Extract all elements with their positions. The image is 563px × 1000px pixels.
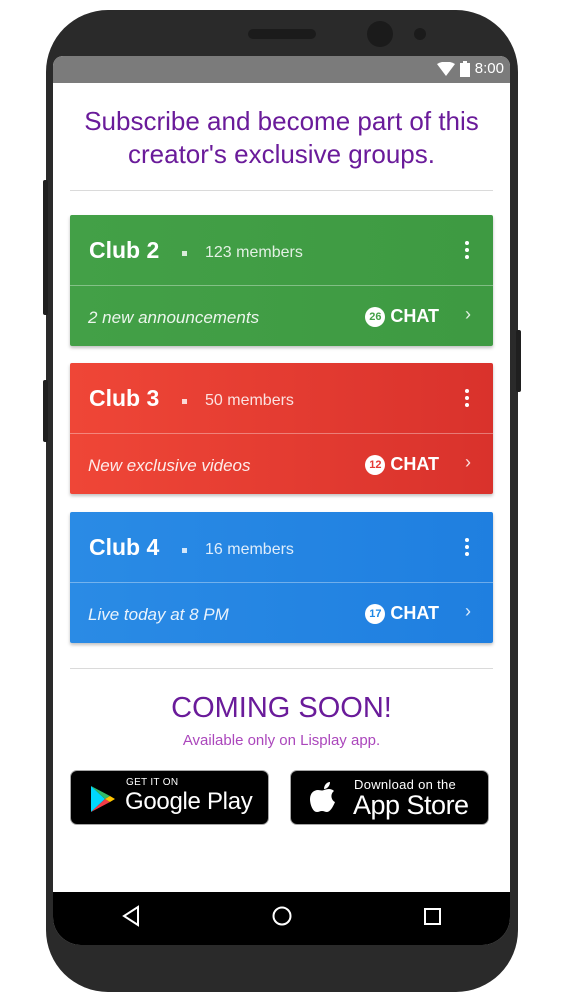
google-play-badge[interactable]: GET IT ON Google Play [70, 770, 269, 825]
top-divider [70, 190, 493, 191]
chat-count-badge: 17 [365, 603, 386, 624]
chevron-right-icon: › [465, 601, 471, 621]
google-play-small-text: GET IT ON [126, 777, 179, 788]
club-note: New exclusive videos [88, 456, 251, 475]
side-button-right [516, 330, 521, 392]
chat-label: CHAT [390, 454, 439, 474]
club-name: Club 4 [89, 534, 160, 560]
app-store-badge[interactable]: Download on the App Store [290, 770, 489, 825]
google-play-big-text: Google Play [125, 788, 253, 815]
club-card-4[interactable]: Club 4 16 members Live today at 8 PM 17 … [70, 512, 493, 643]
recents-square-icon[interactable] [423, 905, 443, 927]
chat-button[interactable]: 26 CHAT [365, 306, 439, 327]
club-note: 2 new announcements [88, 308, 260, 327]
club-members-count: 123 members [205, 244, 303, 261]
android-nav-bar [53, 892, 510, 945]
proximity-sensor [414, 28, 426, 40]
coming-soon-title: COMING SOON! [171, 692, 392, 724]
apple-icon [310, 782, 335, 812]
club-chat-row[interactable]: Live today at 8 PM 17 CHAT › [70, 583, 493, 643]
power-button [43, 380, 48, 442]
battery-icon [459, 60, 470, 77]
coming-soon-subtitle: Available only on Lisplay app. [182, 732, 381, 749]
page-headline: Subscribe and become part of this creato… [84, 106, 479, 169]
club-chat-row[interactable]: New exclusive videos 12 CHAT › [70, 434, 493, 494]
club-card-header: Club 3 50 members [70, 363, 493, 434]
club-chat-row[interactable]: 2 new announcements 26 CHAT › [70, 286, 493, 346]
front-camera [367, 21, 393, 47]
chevron-right-icon: › [465, 304, 471, 324]
chat-button[interactable]: 17 CHAT [365, 603, 439, 624]
google-play-icon [91, 786, 115, 812]
more-vert-icon[interactable] [465, 389, 469, 407]
app-store-big-text: App Store [353, 790, 469, 820]
club-card-header: Club 2 123 members [70, 215, 493, 286]
status-bar: 8:00 [53, 56, 510, 83]
chat-label: CHAT [390, 306, 439, 326]
chat-count-badge: 12 [365, 454, 386, 475]
back-triangle-icon[interactable] [121, 905, 141, 927]
club-card-3[interactable]: Club 3 50 members New exclusive videos 1… [70, 363, 493, 494]
more-vert-icon[interactable] [465, 538, 469, 556]
earpiece-speaker [248, 29, 316, 39]
club-card-header: Club 4 16 members [70, 512, 493, 583]
wifi-icon [436, 61, 455, 76]
home-circle-icon[interactable] [271, 905, 293, 927]
bottom-divider [70, 668, 493, 669]
chat-count-badge: 26 [365, 306, 386, 327]
club-name: Club 3 [89, 385, 160, 411]
club-members-count: 16 members [205, 541, 294, 558]
separator-dot [182, 399, 187, 404]
club-members-count: 50 members [205, 392, 294, 409]
volume-button [43, 180, 48, 315]
status-icons: 8:00 [436, 60, 504, 77]
club-card-2[interactable]: Club 2 123 members 2 new announcements 2… [70, 215, 493, 346]
chat-label: CHAT [390, 603, 439, 623]
phone-screen: 8:00 Subscribe and become part of this c… [53, 56, 510, 945]
chat-button[interactable]: 12 CHAT [365, 454, 439, 475]
more-vert-icon[interactable] [465, 241, 469, 259]
chevron-right-icon: › [465, 452, 471, 472]
club-note: Live today at 8 PM [88, 605, 229, 624]
club-name: Club 2 [89, 237, 160, 263]
separator-dot [182, 548, 187, 553]
status-time: 8:00 [474, 60, 504, 77]
separator-dot [182, 251, 187, 256]
